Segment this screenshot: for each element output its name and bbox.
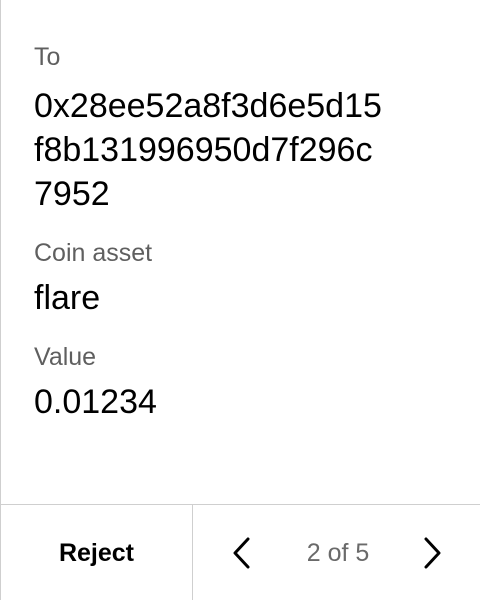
value-field: Value 0.01234 (34, 340, 460, 424)
to-field: To 0x28ee52a8f3d6e5d15 f8b131996950d7f29… (34, 40, 460, 216)
reject-button[interactable]: Reject (1, 505, 193, 600)
coin-asset-field: Coin asset flare (34, 236, 460, 320)
transaction-details: To 0x28ee52a8f3d6e5d15 f8b131996950d7f29… (34, 40, 460, 424)
to-address-line: 7952 (34, 175, 110, 213)
pager: 2 of 5 (194, 505, 480, 600)
footer-bar: Reject 2 of 5 (1, 504, 480, 600)
chevron-right-icon[interactable] (414, 535, 448, 571)
to-label: To (34, 43, 61, 71)
signing-screen: To 0x28ee52a8f3d6e5d15 f8b131996950d7f29… (0, 0, 480, 600)
coin-asset-value: flare (34, 279, 101, 317)
to-address-line: 0x28ee52a8f3d6e5d15 (34, 87, 382, 125)
to-address: 0x28ee52a8f3d6e5d15 f8b131996950d7f296c … (34, 84, 460, 216)
chevron-left-icon[interactable] (226, 535, 260, 571)
to-address-line: f8b131996950d7f296c (34, 131, 373, 169)
page-indicator: 2 of 5 (306, 539, 370, 567)
value-label: Value (34, 343, 97, 371)
coin-asset-label: Coin asset (34, 239, 153, 267)
value-amount: 0.01234 (34, 383, 157, 421)
